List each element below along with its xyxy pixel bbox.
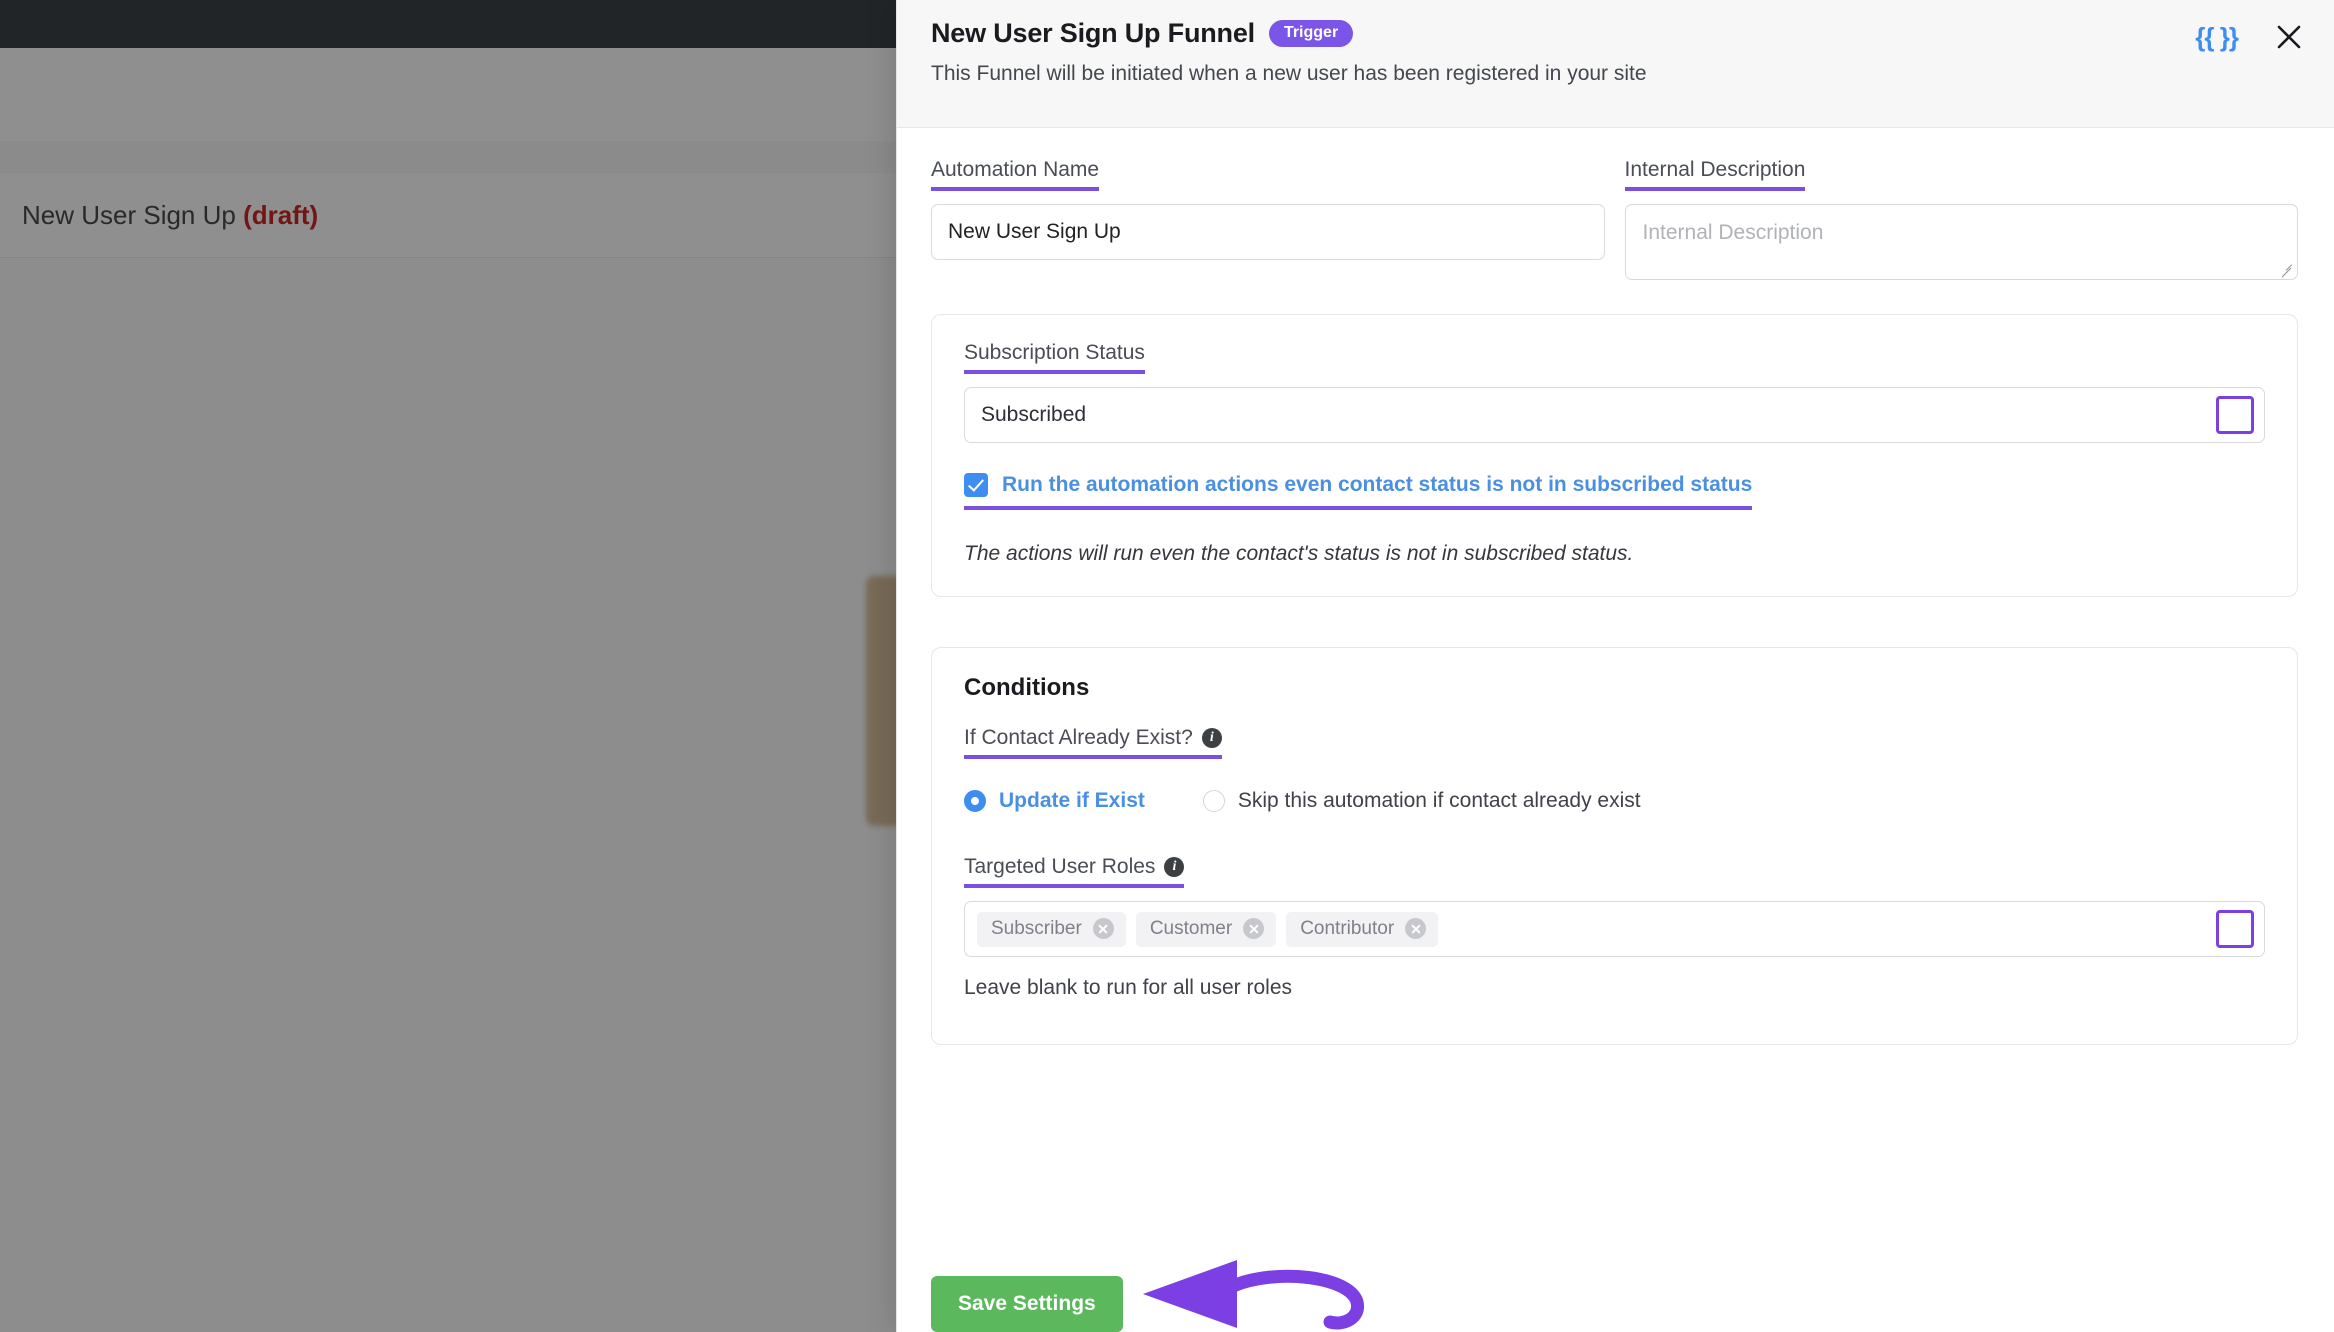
panel-footer: Save Settings	[897, 1250, 2334, 1332]
panel-subtitle: This Funnel will be initiated when a new…	[931, 62, 1647, 85]
trigger-settings-panel: New User Sign Up Funnel Trigger This Fun…	[896, 0, 2334, 1332]
remove-tag-icon[interactable]	[1405, 918, 1427, 939]
run-even-unsubscribed-checkbox[interactable]	[964, 473, 988, 497]
resize-handle-icon[interactable]	[2279, 262, 2293, 276]
panel-body: Automation Name Internal Description Int…	[897, 128, 2334, 1250]
targeted-user-roles-block: Targeted User Roles i Subscriber Custome…	[964, 855, 2265, 1000]
radio-skip-automation-label: Skip this automation if contact already …	[1237, 789, 1641, 812]
targeted-user-roles-label-text: Targeted User Roles	[964, 855, 1156, 878]
role-tag[interactable]: Customer	[1135, 911, 1277, 947]
info-icon[interactable]: i	[1201, 728, 1222, 748]
save-settings-button[interactable]: Save Settings	[931, 1276, 1123, 1332]
panel-header-actions: {{ }}	[2195, 22, 2304, 52]
role-tag[interactable]: Subscriber	[977, 911, 1126, 947]
role-tag-label: Contributor	[1300, 917, 1395, 939]
panel-title-row: New User Sign Up Funnel Trigger	[931, 18, 2298, 49]
role-tag-label: Subscriber	[991, 917, 1082, 939]
radio-update-if-exist[interactable]: Update if Exist	[964, 789, 1145, 813]
role-tag-label: Customer	[1149, 917, 1233, 939]
run-even-unsubscribed-label: Run the automation actions even contact …	[1002, 473, 1753, 496]
targeted-user-roles-hint: Leave blank to run for all user roles	[964, 976, 1293, 999]
internal-description-label: Internal Description	[1624, 158, 1806, 191]
smart-codes-icon[interactable]: {{ }}	[2195, 24, 2239, 50]
subscription-status-value: Subscribed	[981, 403, 1087, 426]
internal-description-field: Internal Description Internal Descriptio…	[1624, 158, 2298, 280]
roles-chevron-down-highlight[interactable]	[2216, 910, 2254, 948]
status-badge: Trigger	[1268, 20, 1354, 47]
contact-exist-label: If Contact Already Exist? i	[964, 726, 1222, 759]
radio-skip-automation[interactable]: Skip this automation if contact already …	[1202, 789, 1641, 813]
subscription-helper-text: The actions will run even the contact's …	[964, 542, 1634, 565]
radio-skip-automation-control[interactable]	[1202, 790, 1225, 812]
subscription-status-select[interactable]: Subscribed	[964, 387, 2265, 443]
targeted-user-roles-label: Targeted User Roles i	[964, 855, 1185, 888]
chevron-down-highlight[interactable]	[2216, 396, 2254, 434]
subscription-status-label: Subscription Status	[964, 341, 1145, 374]
name-description-row: Automation Name Internal Description Int…	[931, 158, 2298, 280]
automation-name-input[interactable]	[931, 204, 1605, 260]
page-title: New User Sign Up Funnel	[931, 18, 1255, 48]
internal-description-placeholder: Internal Description	[1642, 221, 1824, 244]
contact-exist-radio-group: Update if Exist Skip this automation if …	[964, 789, 2265, 813]
remove-tag-icon[interactable]	[1092, 918, 1114, 939]
role-tag[interactable]: Contributor	[1286, 911, 1439, 947]
panel-header: New User Sign Up Funnel Trigger This Fun…	[897, 0, 2334, 128]
internal-description-textarea[interactable]: Internal Description	[1624, 204, 2298, 280]
info-icon[interactable]: i	[1164, 857, 1185, 877]
conditions-heading: Conditions	[964, 674, 1090, 701]
automation-name-label: Automation Name	[931, 158, 1100, 191]
radio-update-if-exist-control[interactable]	[964, 790, 986, 812]
automation-name-field: Automation Name	[931, 158, 1605, 280]
radio-update-if-exist-label: Update if Exist	[999, 789, 1145, 812]
subscription-status-card: Subscription Status Subscribed Run the a…	[931, 314, 2298, 597]
targeted-user-roles-select[interactable]: Subscriber Customer Contributor	[964, 901, 2265, 957]
remove-tag-icon[interactable]	[1243, 918, 1265, 939]
annotation-arrow	[1125, 1258, 1385, 1332]
run-even-unsubscribed-row[interactable]: Run the automation actions even contact …	[964, 473, 1753, 510]
contact-exist-label-text: If Contact Already Exist?	[964, 726, 1193, 749]
conditions-card: Conditions If Contact Already Exist? i U…	[931, 647, 2298, 1045]
close-icon[interactable]	[2274, 22, 2304, 52]
